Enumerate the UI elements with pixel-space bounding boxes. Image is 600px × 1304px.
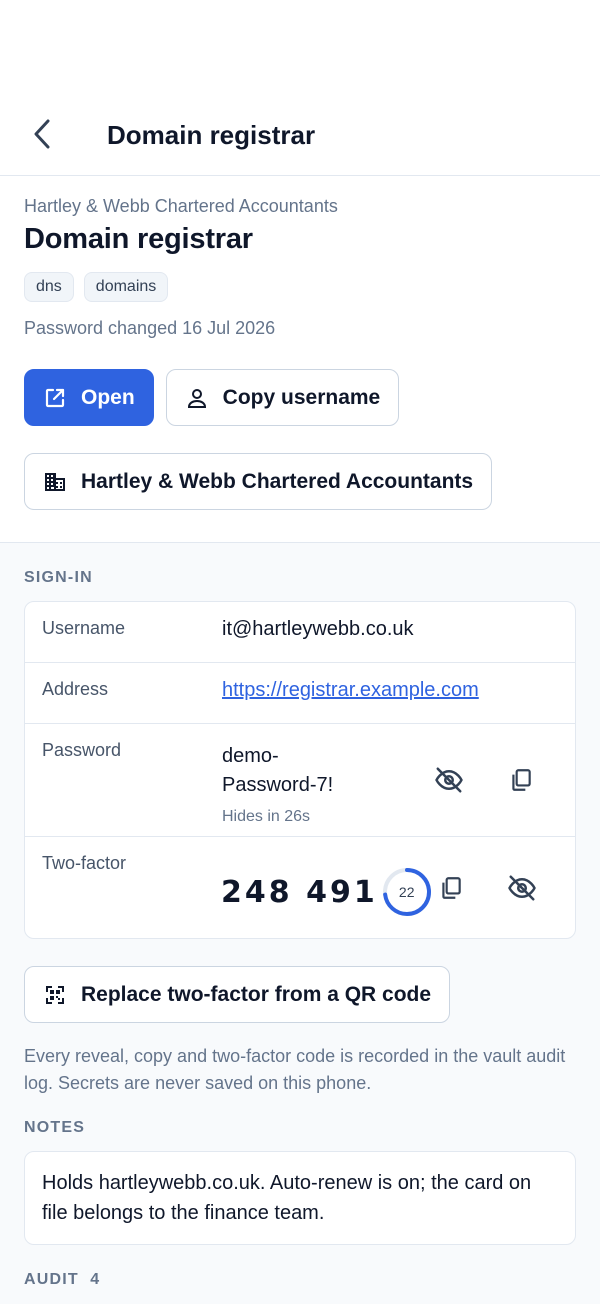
external-link-icon bbox=[45, 388, 65, 407]
password-value[interactable]: demo- Password-7! Hides in 26s bbox=[222, 724, 333, 836]
eye-off-icon bbox=[435, 767, 463, 793]
signin-card: Username it@hartleywebb.co.uk Address ht… bbox=[24, 601, 576, 939]
chevron-left-icon bbox=[34, 119, 50, 149]
twofactor-label: Two-factor bbox=[42, 853, 127, 873]
organization-name: Hartley & Webb Chartered Accountants bbox=[24, 196, 338, 216]
password-value-line1: demo- bbox=[222, 745, 279, 767]
back-button[interactable] bbox=[22, 114, 62, 154]
organization-button[interactable]: Hartley & Webb Chartered Accountants bbox=[24, 453, 493, 510]
notes-section-label: NOTES bbox=[24, 1119, 86, 1136]
password-changed-date: Password changed 16 Jul 2026 bbox=[24, 318, 276, 338]
hide-twofactor-button[interactable] bbox=[504, 870, 540, 906]
page-title: Domain registrar bbox=[24, 223, 253, 255]
audit-section-label[interactable]: AUDIT 4 bbox=[24, 1271, 576, 1289]
tag-dns[interactable]: dns bbox=[24, 272, 74, 302]
replace-twofactor-qr-button[interactable]: Replace two-factor from a QR code bbox=[24, 966, 451, 1023]
status-bar bbox=[0, 0, 600, 100]
copy-password-button[interactable] bbox=[503, 762, 539, 798]
audit-label: AUDIT bbox=[24, 1271, 79, 1288]
hide-password-button[interactable] bbox=[431, 762, 467, 798]
entry-header: Hartley & Webb Chartered Accountants Dom… bbox=[0, 176, 600, 543]
open-button[interactable]: Open bbox=[24, 369, 154, 426]
appbar-title: Domain registrar bbox=[107, 120, 316, 150]
address-label: Address bbox=[42, 679, 109, 699]
twofactor-timer: 22 bbox=[382, 867, 432, 917]
signin-section-label: SIGN-IN bbox=[24, 569, 93, 586]
address-link[interactable]: https://registrar.example.com bbox=[222, 663, 479, 723]
organization-button-label: Hartley & Webb Chartered Accountants bbox=[81, 469, 474, 493]
user-icon bbox=[187, 388, 206, 408]
entry-content: SIGN-IN Username it@hartleywebb.co.uk Ad… bbox=[0, 543, 600, 1304]
username-row: Username it@hartleywebb.co.uk bbox=[25, 602, 575, 663]
twofactor-seconds: 22 bbox=[398, 884, 415, 900]
address-row: Address https://registrar.example.com bbox=[25, 663, 575, 724]
tag-domains[interactable]: domains bbox=[83, 272, 169, 302]
audit-count: 4 bbox=[90, 1271, 101, 1288]
password-value-line2: Password-7! bbox=[222, 774, 334, 796]
username-value[interactable]: it@hartleywebb.co.uk bbox=[222, 602, 414, 662]
copy-icon bbox=[512, 769, 531, 791]
username-label: Username bbox=[42, 618, 126, 638]
twofactor-code-group: 248 491 22 bbox=[221, 867, 432, 917]
audit-note: Every reveal, copy and two-factor code i… bbox=[24, 1046, 566, 1093]
twofactor-code[interactable]: 248 491 bbox=[221, 875, 378, 910]
action-row: Open Copy username bbox=[24, 369, 576, 426]
tag-list: dns domains bbox=[24, 272, 576, 302]
notes-text: Holds hartleywebb.co.uk. Auto-renew is o… bbox=[24, 1151, 576, 1245]
password-label: Password bbox=[42, 740, 122, 760]
password-hide-countdown: Hides in 26s bbox=[222, 808, 311, 825]
copy-twofactor-button[interactable] bbox=[433, 870, 469, 906]
replace-twofactor-qr-label: Replace two-factor from a QR code bbox=[81, 982, 432, 1006]
app-bar: Domain registrar bbox=[0, 100, 600, 176]
building-icon bbox=[45, 472, 65, 491]
qr-code-icon bbox=[46, 985, 64, 1004]
eye-off-icon bbox=[508, 875, 536, 901]
copy-username-label: Copy username bbox=[222, 385, 381, 409]
copy-icon bbox=[442, 877, 461, 899]
open-button-label: Open bbox=[81, 385, 135, 409]
twofactor-row: Two-factor 248 491 22 bbox=[25, 837, 575, 938]
password-row: Password demo- Password-7! Hides in 26s bbox=[25, 724, 575, 837]
copy-username-button[interactable]: Copy username bbox=[165, 369, 400, 426]
